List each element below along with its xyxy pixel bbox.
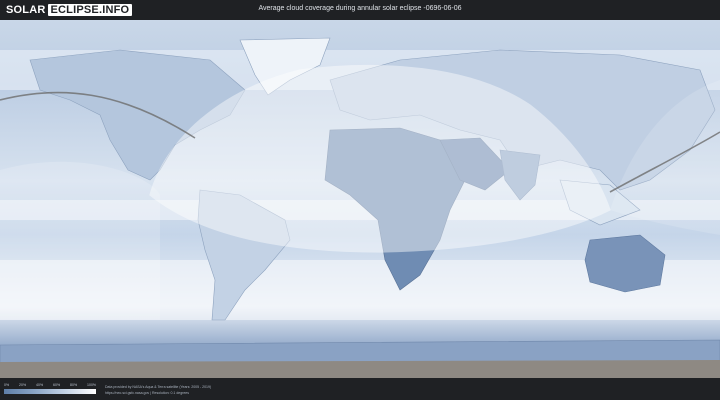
credits-line-2[interactable]: https://neo.sci.gsfc.nasa.gov | Resoluti…: [105, 390, 211, 396]
eclipse-penumbra-south: [0, 161, 160, 320]
data-credits: Data provided by NASA's Aqua & Terra sat…: [105, 384, 211, 396]
legend-tick: 100%: [87, 383, 96, 387]
header-bar: SOLAR ECLIPSE.INFO Average cloud coverag…: [0, 0, 720, 20]
antarctic-ice-shelf: [0, 360, 720, 378]
legend-ticks: 0% 20% 40% 60% 80% 100%: [4, 383, 96, 388]
footer-bar: 0% 20% 40% 60% 80% 100% Data provided by…: [0, 378, 720, 400]
legend-tick: 20%: [19, 383, 27, 387]
world-map-svg: [0, 20, 720, 378]
cloud-coverage-map: [0, 20, 720, 378]
legend-tick: 60%: [53, 383, 61, 387]
cloud-cover-legend: 0% 20% 40% 60% 80% 100%: [4, 383, 96, 394]
legend-tick: 40%: [36, 383, 44, 387]
legend-gradient-bar: [4, 389, 96, 394]
map-title: Average cloud coverage during annular so…: [258, 5, 462, 12]
legend-tick: 0%: [4, 383, 10, 387]
legend-tick: 80%: [70, 383, 78, 387]
